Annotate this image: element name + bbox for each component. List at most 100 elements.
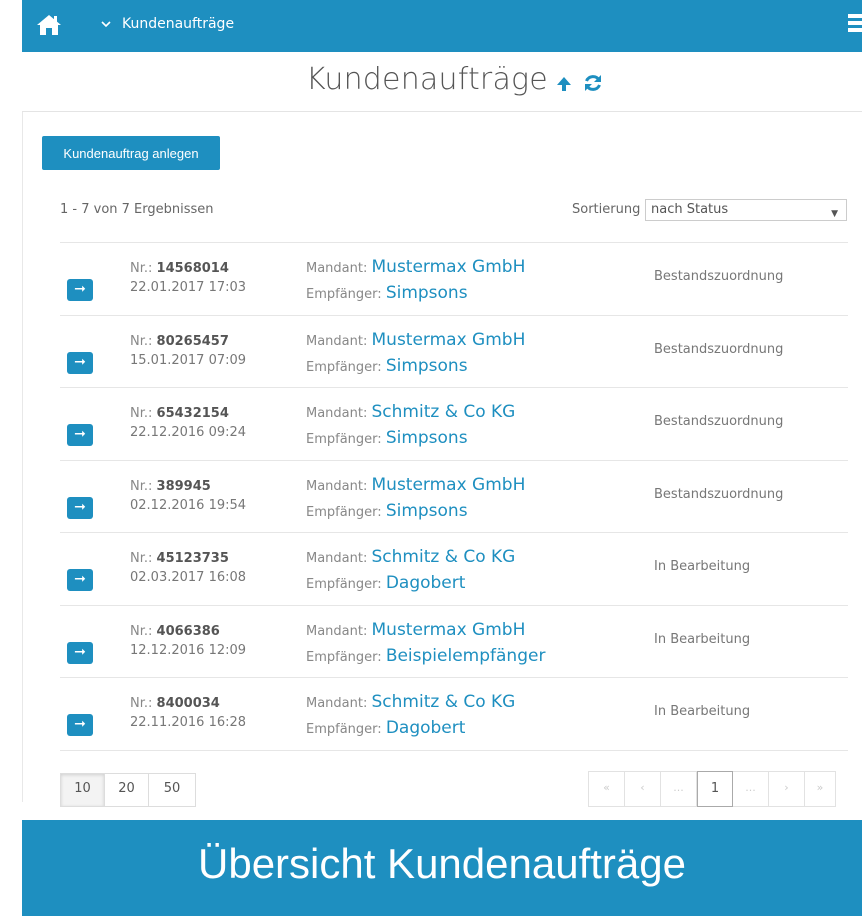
- results-count: 1 - 7 von 7 Ergebnissen: [60, 202, 214, 217]
- order-date: 22.12.2016 09:24: [130, 425, 247, 440]
- create-order-button[interactable]: Kundenauftrag anlegen: [42, 136, 220, 170]
- order-number: Nr.: 65432154: [130, 406, 229, 421]
- first-page-button[interactable]: «: [589, 772, 625, 806]
- recipient-link[interactable]: Dagobert: [386, 573, 466, 593]
- recipient-link[interactable]: Beispielempfänger: [386, 646, 546, 666]
- top-navigation-bar: Kundenaufträge: [22, 0, 862, 52]
- arrow-right-icon: ➞: [74, 643, 86, 660]
- order-row[interactable]: ➞ Nr.: 8400034 22.11.2016 16:28 Mandant:…: [60, 677, 848, 750]
- order-date: 02.12.2016 19:54: [130, 497, 247, 513]
- client-link[interactable]: Mustermax GmbH: [372, 475, 526, 495]
- breadcrumb-label[interactable]: Kundenaufträge: [122, 16, 234, 32]
- order-date: 02.03.2017 16:08: [130, 570, 247, 585]
- open-order-button[interactable]: ➞: [67, 641, 93, 664]
- order-client: Mandant: Mustermax GmbH: [306, 329, 526, 350]
- list-divider: [60, 749, 848, 751]
- arrow-up-icon[interactable]: [554, 74, 574, 94]
- order-status: Bestandszuordnung: [654, 341, 784, 357]
- order-recipient: Empfänger: Simpsons: [306, 500, 468, 521]
- order-recipient: Empfänger: Dagobert: [306, 573, 466, 593]
- order-status: In Bearbeitung: [654, 559, 751, 574]
- pagination: « ‹ ... 1 ... › »: [588, 771, 836, 807]
- refresh-icon[interactable]: [582, 72, 604, 94]
- page-size-option[interactable]: 50: [149, 774, 195, 806]
- order-date: 22.11.2016 16:28: [130, 715, 247, 730]
- recipient-link[interactable]: Simpsons: [386, 283, 468, 303]
- open-order-button[interactable]: ➞: [67, 569, 93, 591]
- client-link[interactable]: Mustermax GmbH: [372, 620, 526, 640]
- recipient-link[interactable]: Simpsons: [386, 501, 468, 521]
- recipient-link[interactable]: Simpsons: [386, 428, 468, 448]
- next-page-button[interactable]: ›: [769, 772, 805, 806]
- arrow-right-icon: ➞: [74, 571, 86, 587]
- client-link[interactable]: Schmitz & Co KG: [372, 402, 516, 422]
- pagination-ellipsis[interactable]: ...: [661, 772, 697, 806]
- client-link[interactable]: Mustermax GmbH: [372, 330, 526, 350]
- recipient-link[interactable]: Simpsons: [386, 356, 468, 376]
- order-row[interactable]: ➞ Nr.: 65432154 22.12.2016 09:24 Mandant…: [60, 387, 848, 460]
- order-status: Bestandszuordnung: [654, 486, 784, 502]
- order-client: Mandant: Mustermax GmbH: [306, 257, 526, 277]
- order-recipient: Empfänger: Dagobert: [306, 718, 466, 738]
- caption-text: Übersicht Kundenaufträge: [198, 840, 686, 887]
- order-date: 12.12.2016 12:09: [130, 642, 247, 658]
- previous-page-button[interactable]: ‹: [625, 772, 661, 806]
- order-number: Nr.: 389945: [130, 478, 211, 494]
- order-number: Nr.: 45123735: [130, 551, 229, 566]
- order-row[interactable]: ➞ Nr.: 14568014 22.01.2017 17:03 Mandant…: [60, 242, 848, 315]
- open-order-button[interactable]: ➞: [67, 496, 93, 519]
- order-recipient: Empfänger: Simpsons: [306, 283, 468, 303]
- order-row[interactable]: ➞ Nr.: 4066386 12.12.2016 12:09 Mandant:…: [60, 604, 848, 678]
- order-status: In Bearbeitung: [654, 704, 751, 719]
- home-icon[interactable]: [36, 13, 62, 37]
- last-page-button[interactable]: »: [805, 772, 835, 806]
- order-row[interactable]: ➞ Nr.: 389945 02.12.2016 19:54 Mandant: …: [60, 459, 848, 533]
- order-client: Mandant: Mustermax GmbH: [306, 619, 526, 640]
- order-recipient: Empfänger: Beispielempfänger: [306, 645, 546, 666]
- order-list: ➞ Nr.: 14568014 22.01.2017 17:03 Mandant…: [60, 242, 848, 751]
- open-order-button[interactable]: ➞: [67, 279, 93, 301]
- client-link[interactable]: Mustermax GmbH: [372, 257, 526, 277]
- open-order-button[interactable]: ➞: [67, 351, 93, 374]
- arrow-right-icon: ➞: [74, 281, 86, 297]
- order-status: Bestandszuordnung: [654, 269, 784, 284]
- caret-down-icon: ▼: [831, 209, 838, 219]
- page-size-option[interactable]: 20: [105, 774, 149, 806]
- caption-banner: Übersicht Kundenaufträge: [22, 820, 862, 916]
- order-number: Nr.: 8400034: [130, 696, 220, 711]
- chevron-down-icon[interactable]: [100, 19, 112, 29]
- recipient-link[interactable]: Dagobert: [386, 718, 466, 738]
- hamburger-menu-icon[interactable]: [848, 14, 862, 36]
- order-number: Nr.: 14568014: [130, 261, 229, 276]
- order-number: Nr.: 80265457: [130, 333, 229, 349]
- open-order-button[interactable]: ➞: [67, 714, 93, 736]
- page-size-selector: 10 20 50: [60, 773, 196, 807]
- order-client: Mandant: Schmitz & Co KG: [306, 402, 516, 422]
- pagination-ellipsis[interactable]: ...: [733, 772, 769, 806]
- page-header: Kundenaufträge: [22, 52, 862, 112]
- client-link[interactable]: Schmitz & Co KG: [372, 692, 516, 712]
- order-date: 22.01.2017 17:03: [130, 280, 247, 295]
- page-title: Kundenaufträge: [306, 62, 548, 97]
- order-client: Mandant: Schmitz & Co KG: [306, 547, 516, 567]
- order-row[interactable]: ➞ Nr.: 45123735 02.03.2017 16:08 Mandant…: [60, 532, 848, 605]
- sort-select[interactable]: nach Status ▼: [645, 199, 847, 221]
- breadcrumb[interactable]: Kundenaufträge: [100, 16, 234, 32]
- sort-label: Sortierung: [572, 202, 641, 217]
- order-row[interactable]: ➞ Nr.: 80265457 15.01.2017 07:09 Mandant…: [60, 314, 848, 388]
- arrow-right-icon: ➞: [74, 353, 86, 370]
- arrow-right-icon: ➞: [74, 716, 86, 732]
- order-status: In Bearbeitung: [654, 631, 751, 647]
- order-recipient: Empfänger: Simpsons: [306, 428, 468, 448]
- arrow-right-icon: ➞: [74, 426, 86, 442]
- order-date: 15.01.2017 07:09: [130, 352, 247, 368]
- current-page-button[interactable]: 1: [697, 771, 733, 807]
- order-recipient: Empfänger: Simpsons: [306, 355, 468, 376]
- order-client: Mandant: Schmitz & Co KG: [306, 692, 516, 712]
- client-link[interactable]: Schmitz & Co KG: [372, 547, 516, 567]
- page-size-option[interactable]: 10: [61, 774, 105, 806]
- open-order-button[interactable]: ➞: [67, 424, 93, 446]
- panel-border: [22, 112, 23, 802]
- order-client: Mandant: Mustermax GmbH: [306, 474, 526, 495]
- order-number: Nr.: 4066386: [130, 623, 220, 639]
